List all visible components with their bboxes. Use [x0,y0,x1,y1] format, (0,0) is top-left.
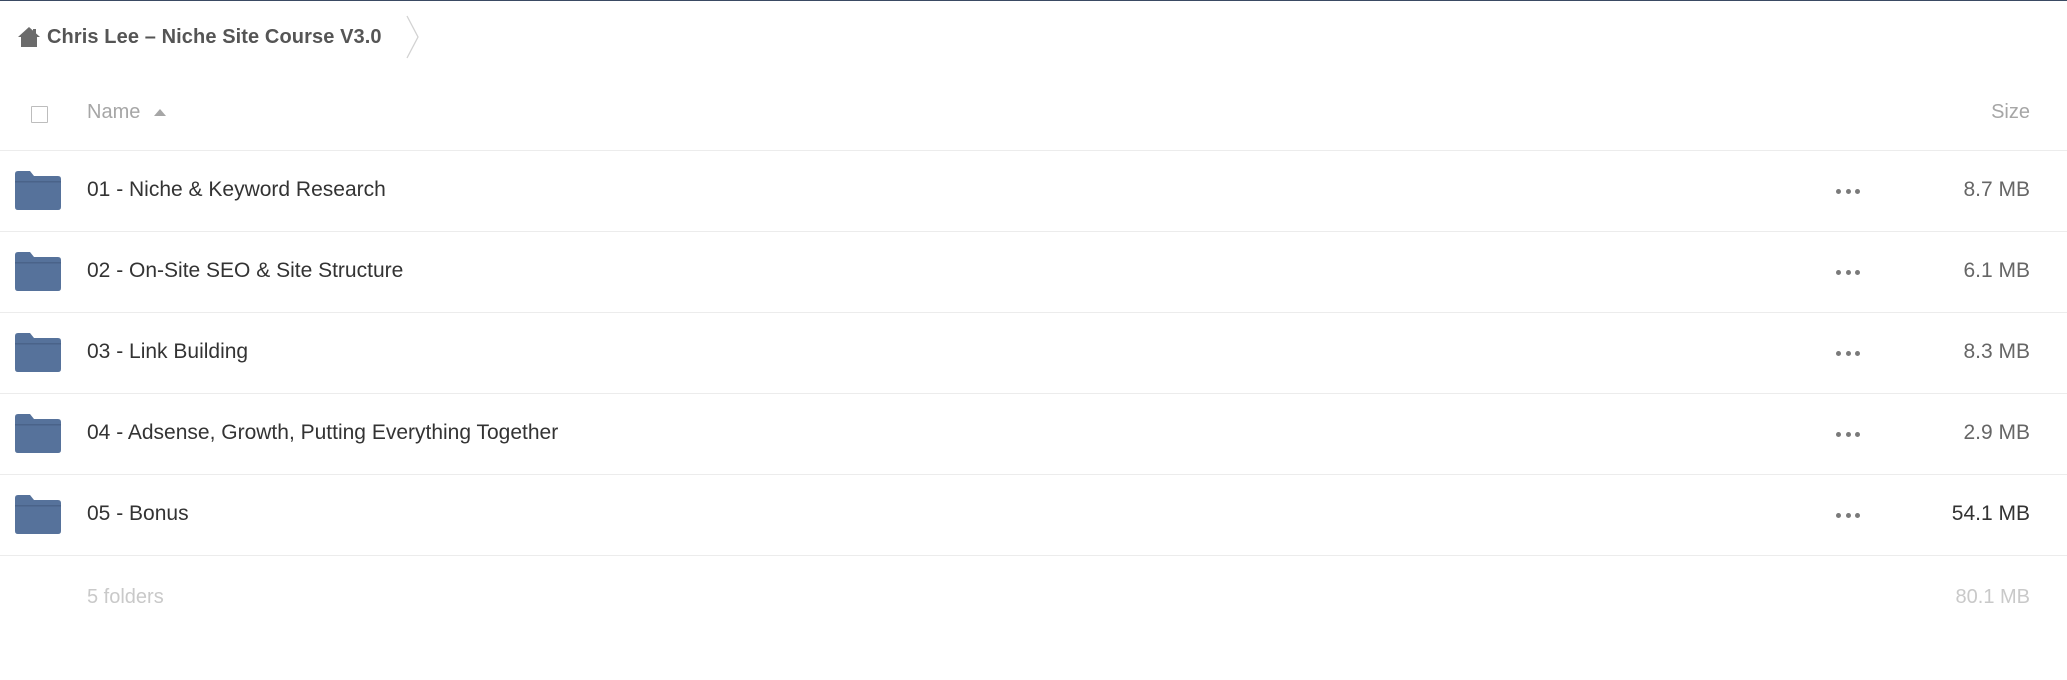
table-row[interactable]: 04 - Adsense, Growth, Putting Everything… [0,394,2067,475]
table-row[interactable]: 05 - Bonus 54.1 MB [0,475,2067,556]
more-options-icon[interactable] [1836,505,1860,525]
file-size: 54.1 MB [1951,502,2030,525]
table-row[interactable]: 02 - On-Site SEO & Site Structure 6.1 MB [0,232,2067,313]
folder-icon [15,333,61,372]
table-row[interactable]: 01 - Niche & Keyword Research 8.7 MB [0,151,2067,232]
more-options-icon[interactable] [1836,424,1860,444]
folder-icon [15,414,61,453]
file-name[interactable]: 05 - Bonus [87,502,189,526]
more-options-icon[interactable] [1836,181,1860,201]
size-column-header[interactable]: Size [1991,101,2030,124]
folder-icon [15,495,61,534]
table-row[interactable]: 03 - Link Building 8.3 MB [0,313,2067,394]
file-size: 8.7 MB [1963,178,2030,201]
file-name[interactable]: 04 - Adsense, Growth, Putting Everything… [87,421,558,445]
file-list-header: Name Size [0,83,2067,151]
folder-icon [15,252,61,291]
file-size: 8.3 MB [1963,340,2030,363]
more-options-icon[interactable] [1836,343,1860,363]
file-list-summary: 5 folders 80.1 MB [0,586,2067,616]
file-name[interactable]: 01 - Niche & Keyword Research [87,178,386,202]
name-column-label: Name [87,101,141,123]
total-size: 80.1 MB [1955,586,2030,608]
file-size: 2.9 MB [1963,421,2030,444]
file-list: 01 - Niche & Keyword Research 8.7 MB 02 … [0,151,2067,556]
name-column-header[interactable]: Name [87,101,167,124]
more-options-icon[interactable] [1836,262,1860,282]
home-icon[interactable] [14,22,44,52]
file-name[interactable]: 02 - On-Site SEO & Site Structure [87,259,403,283]
breadcrumb-current-folder[interactable]: Chris Lee – Niche Site Course V3.0 [47,26,382,49]
file-size: 6.1 MB [1963,259,2030,282]
file-name[interactable]: 03 - Link Building [87,340,248,364]
select-all-checkbox[interactable] [31,106,48,123]
breadcrumb: Chris Lee – Niche Site Course V3.0 [14,14,420,60]
sort-ascending-icon [154,109,167,116]
folder-count: 5 folders [87,586,164,608]
breadcrumb-separator-icon [406,15,419,59]
folder-icon [15,171,61,210]
